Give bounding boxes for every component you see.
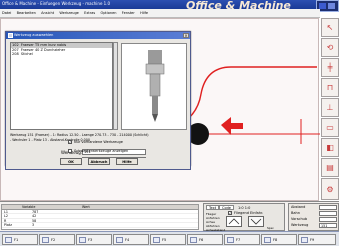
cursor-icon[interactable]: ↖ bbox=[321, 18, 339, 37]
f5-button[interactable]: F5 bbox=[150, 234, 186, 245]
save-label: Spei bbox=[267, 226, 274, 230]
menu-extras[interactable]: Extras bbox=[82, 9, 97, 17]
menu-optionen[interactable]: Optionen bbox=[98, 9, 118, 17]
f8-button[interactable]: F8 bbox=[261, 234, 297, 245]
position-values: 1:0 1:0 bbox=[238, 206, 251, 210]
tool-change-icon[interactable]: ⟲ bbox=[321, 38, 339, 57]
simulate-icon bbox=[227, 237, 234, 243]
window-title: Office & Machine - Einfuegen Werkzeug - … bbox=[2, 1, 111, 6]
spindle-icon[interactable]: ⊥ bbox=[321, 98, 339, 117]
open-icon bbox=[42, 237, 49, 243]
variable-table: Variable Wert L1 787 L2 42 R 58 Platz 3 bbox=[1, 204, 199, 230]
f9-button[interactable]: F9 bbox=[298, 234, 336, 245]
cancel-button[interactable]: Abbruch bbox=[88, 158, 110, 165]
ok-button[interactable]: OK bbox=[60, 158, 82, 165]
tab-text[interactable]: Text bbox=[206, 205, 220, 210]
tool-icon bbox=[153, 237, 160, 243]
cut-parameters-panel: Abstand Bahn Vorschub Werkzeug 151 bbox=[288, 203, 339, 231]
dialog-bottom-border bbox=[5, 169, 191, 170]
program-icon[interactable]: ▤ bbox=[321, 158, 339, 177]
approach-panel: Text Code 1:0 1:0 Flieger ✓ Fliegend Einf… bbox=[203, 203, 285, 232]
coolant-icon[interactable]: ◧ bbox=[321, 138, 339, 157]
menu-ansicht[interactable]: Ansicht bbox=[39, 9, 56, 17]
help-button[interactable]: Hilfe bbox=[116, 158, 138, 165]
feed-label: Vorschub bbox=[291, 217, 308, 221]
distance-label: Abstand bbox=[291, 205, 306, 209]
sister-tools-label: Schwesterwerkzeuge anzeigen bbox=[74, 149, 129, 153]
fixture-icon[interactable]: ▭ bbox=[321, 118, 339, 137]
tool-label: Werkzeug bbox=[291, 223, 309, 227]
list-icon bbox=[264, 237, 271, 243]
ruler-icon[interactable]: ╪ bbox=[321, 58, 339, 77]
menu-bar: Datei Bearbeiten Ansicht Werkzeuge Extra… bbox=[0, 9, 320, 18]
menu-fenster[interactable]: Fenster bbox=[120, 9, 137, 17]
settings-icon[interactable]: ⚙ bbox=[321, 178, 339, 200]
menu-hilfe[interactable]: Hilfe bbox=[138, 9, 150, 17]
col-variable: Variable bbox=[22, 205, 36, 209]
f2-button[interactable]: F2 bbox=[39, 234, 75, 245]
distance-field[interactable] bbox=[319, 205, 337, 210]
tool-select-dialog: Werkzeug auswaehlen × 102 Fraeser T5 mm … bbox=[5, 31, 191, 166]
f1-button[interactable]: F1 bbox=[2, 234, 38, 245]
path-icon bbox=[190, 237, 197, 243]
retract-direction-grid[interactable] bbox=[248, 216, 264, 227]
table-row[interactable]: Platz 3 bbox=[2, 223, 198, 228]
tab-code[interactable]: Code bbox=[219, 205, 234, 210]
dialog-app-icon bbox=[8, 33, 13, 38]
menu-werkzeuge[interactable]: Werkzeuge bbox=[57, 9, 80, 17]
tool-list[interactable]: 102 Fraeser T5 mm kurz nobis 207 Fraeser… bbox=[10, 42, 113, 130]
path-field[interactable] bbox=[319, 211, 337, 216]
f3-button[interactable]: F3 bbox=[76, 234, 112, 245]
new-icon bbox=[5, 237, 12, 243]
dialog-close-button[interactable]: × bbox=[183, 33, 189, 38]
grid-icon bbox=[116, 237, 123, 243]
function-key-bar: F1 F2 F3 F4 F5 F6 F7 F8 F9 bbox=[0, 231, 339, 246]
approach-direction-grid[interactable] bbox=[226, 216, 242, 227]
tool-list-scrollbar[interactable] bbox=[113, 42, 118, 130]
f7-button[interactable]: F7 bbox=[224, 234, 260, 245]
tool-preview-image bbox=[121, 43, 187, 130]
tool-field[interactable]: 151 bbox=[319, 223, 337, 228]
flying-entry-checkbox[interactable]: ✓ Fliegend Einfahr. bbox=[228, 211, 263, 215]
menu-bearbeiten[interactable]: Bearbeiten bbox=[15, 9, 38, 17]
print-icon bbox=[301, 237, 308, 243]
path-label: Bahn bbox=[291, 211, 300, 215]
dialog-title: Werkzeug auswaehlen bbox=[6, 32, 190, 39]
tool-info-line1: Werkzeug 151 (Fraeser) - 1: Radius 12.50… bbox=[10, 133, 149, 137]
list-item[interactable]: 208 Stichel bbox=[11, 52, 112, 57]
col-value: Wert bbox=[82, 205, 90, 209]
existing-tools-checkbox[interactable]: ✓ Nur vorhandene Werkzeuge bbox=[68, 140, 123, 144]
sister-tools-checkbox[interactable]: Schwesterwerkzeuge anzeigen bbox=[68, 149, 128, 153]
direction-arrow-right bbox=[221, 117, 243, 135]
clamp-icon[interactable]: ⊓ bbox=[321, 78, 339, 97]
menu-datei[interactable]: Datei bbox=[0, 9, 13, 17]
feed-field[interactable] bbox=[319, 217, 337, 222]
save-icon bbox=[79, 237, 86, 243]
f4-button[interactable]: F4 bbox=[113, 234, 149, 245]
existing-tools-label: Nur vorhandene Werkzeuge bbox=[74, 140, 123, 144]
f6-button[interactable]: F6 bbox=[187, 234, 223, 245]
